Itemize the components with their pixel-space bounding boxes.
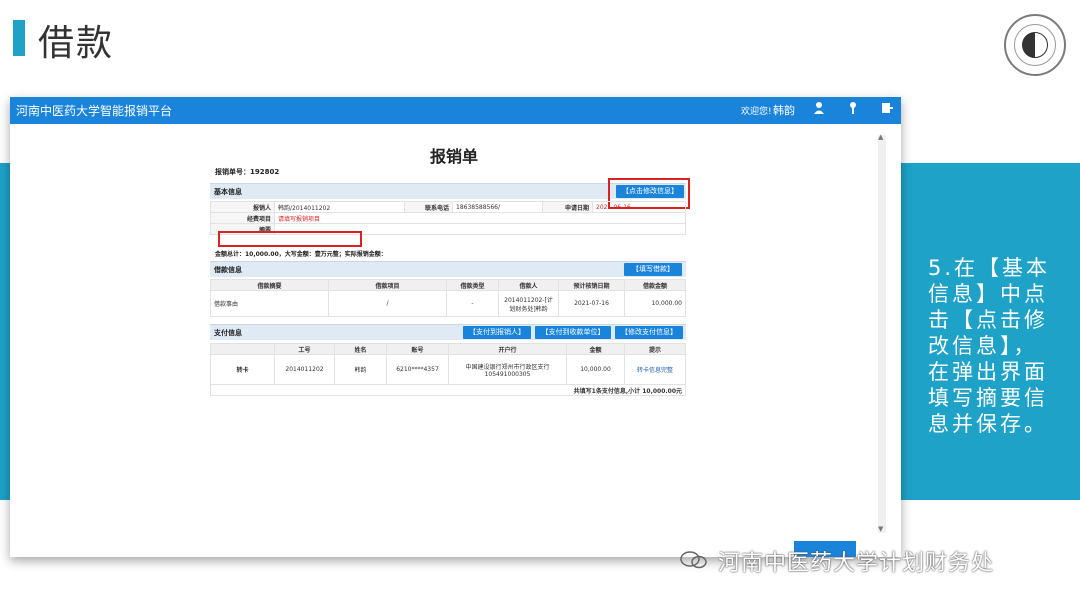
cell: 韩韵 — [334, 354, 387, 385]
col-header: 账号 — [386, 343, 449, 355]
date-value: 2021-06-16 — [592, 201, 686, 213]
watermark-text: 河南中医药大学计划财务处 — [718, 551, 995, 576]
col-header: 借款项目 — [328, 279, 447, 291]
cell: / — [328, 290, 447, 317]
cell: 2014011202 — [274, 354, 335, 385]
loan-header-row: 借款摘要 借款项目 借款类型 借款人 预计核销日期 借款金额 — [210, 279, 686, 291]
col-header: 姓名 — [334, 343, 387, 355]
page-number: 54 — [1046, 573, 1068, 593]
app-header: 河南中医药大学智能报销平台 欢迎您! 韩韵 — [10, 97, 901, 124]
cell: 10,000.00 — [566, 354, 625, 385]
cell: 2021-07-16 — [558, 290, 625, 317]
total-amount-text: 金额总计：10,000.00，大写金额：壹万元整；实际报销金额： — [215, 251, 387, 258]
project-label: 经费项目 — [210, 212, 275, 224]
yin-yang-icon — [1022, 32, 1048, 58]
user-name[interactable]: 韩韵 — [773, 102, 795, 118]
col-header: 借款人 — [498, 279, 559, 291]
reporter-value: 韩韵/2014011202 — [274, 201, 405, 213]
title-accent-bar — [13, 20, 25, 56]
cell: 中国建设银行郑州市行政区支行105491000305 — [448, 354, 567, 385]
university-logo — [1004, 14, 1066, 76]
col-header: 提示 — [624, 343, 686, 355]
col-header: 金额 — [566, 343, 625, 355]
welcome-text: 欢迎您! — [741, 107, 772, 117]
col-header: 开户行 — [448, 343, 567, 355]
slide: 借款 5.在【基本信息】中点击【点击修改信息】，在弹出界面填写摘要信息并保存。 … — [0, 0, 1080, 607]
fill-loan-button[interactable]: 【填写借款】 — [624, 263, 682, 276]
project-value[interactable]: 请填写报销项目 — [274, 212, 686, 224]
pin-icon[interactable] — [846, 101, 860, 117]
pay-to-unit-button[interactable]: 【支付到收款单位】 — [535, 326, 611, 339]
cell: 转卡信息完整 — [624, 354, 686, 385]
scroll-up-icon[interactable]: ▲ — [878, 133, 883, 141]
form-number: 报销单号：192802 — [215, 168, 280, 176]
col-header: 预计核销日期 — [558, 279, 625, 291]
cell: 转卡 — [210, 354, 275, 385]
slide-title: 借款 — [38, 23, 115, 64]
payment-header-row: 工号 姓名 账号 开户行 金额 提示 — [210, 343, 686, 355]
section-loan-info: 借款信息 — [210, 261, 686, 277]
basic-info-table: 报销人 韩韵/2014011202 联系电话 18638588566/ 申请日期… — [210, 201, 686, 235]
col-header: 借款金额 — [624, 279, 686, 291]
form-title: 报销单 — [430, 147, 479, 166]
col-header: 借款类型 — [446, 279, 499, 291]
cell: 10,000.00 — [624, 290, 686, 317]
user-icon[interactable] — [812, 101, 826, 117]
payment-table: 工号 姓名 账号 开户行 金额 提示 转卡 2014011202 韩韵 6210… — [210, 343, 686, 396]
date-label: 申请日期 — [542, 201, 593, 213]
highlight-box-summary — [218, 231, 362, 247]
col-header: 工号 — [274, 343, 335, 355]
col-header — [210, 343, 275, 355]
section-label: 借款信息 — [214, 266, 242, 274]
screenshot-window: 河南中医药大学智能报销平台 欢迎您! 韩韵 ▲ ▼ 报销单 报销单号：19280… — [10, 97, 901, 557]
section-label: 支付信息 — [214, 329, 242, 337]
col-header: 借款摘要 — [210, 279, 329, 291]
wechat-icon — [680, 551, 707, 569]
instruction-text: 5.在【基本信息】中点击【点击修改信息】，在弹出界面填写摘要信息并保存。 — [928, 256, 1051, 436]
pay-to-reporter-button[interactable]: 【支付到报销人】 — [463, 326, 531, 339]
phone-label: 联系电话 — [404, 201, 453, 213]
table-row: 转卡 2014011202 韩韵 6210****4357 中国建设银行郑州市行… — [210, 354, 686, 385]
loan-table: 借款摘要 借款项目 借款类型 借款人 预计核销日期 借款金额 借款事由 / - … — [210, 279, 686, 317]
logout-icon[interactable] — [880, 101, 894, 117]
edit-payment-button[interactable]: 【修改支付信息】 — [615, 326, 683, 339]
phone-value: 18638588566/ — [452, 201, 543, 213]
cell: 6210****4357 — [386, 354, 449, 385]
cell: 借款事由 — [210, 290, 329, 317]
cell: - — [446, 290, 499, 317]
table-row: 借款事由 / - 2014011202-[计划财务处]韩韵 2021-07-16… — [210, 290, 686, 317]
app-name: 河南中医药大学智能报销平台 — [16, 104, 173, 118]
section-label: 基本信息 — [214, 188, 242, 196]
payment-summary: 共填写1条支付信息,小计 10,000.00元 — [210, 384, 686, 396]
scroll-down-icon[interactable]: ▼ — [878, 525, 883, 533]
vertical-scrollbar[interactable] — [878, 135, 886, 533]
reporter-label: 报销人 — [210, 201, 275, 213]
cell: 2014011202-[计划财务处]韩韵 — [498, 290, 559, 317]
